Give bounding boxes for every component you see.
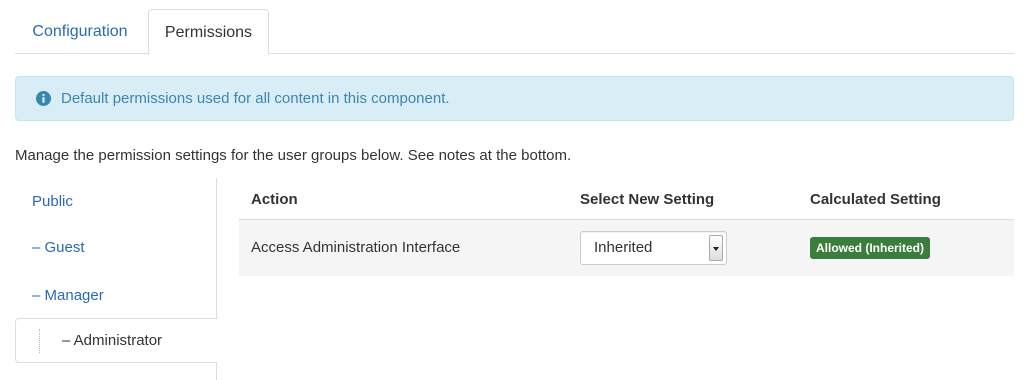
group-item-administrator[interactable]: – Administrator (15, 318, 218, 363)
header-action: Action (251, 191, 298, 208)
info-icon (36, 91, 51, 106)
header-select-new-setting: Select New Setting (580, 191, 715, 208)
info-alert: Default permissions used for all content… (15, 76, 1014, 121)
permissions-table: Action Select New Setting Calculated Set… (239, 180, 1014, 276)
tab-permissions[interactable]: Permissions (148, 9, 269, 55)
new-setting-select[interactable]: Inherited (580, 231, 727, 265)
header-calculated-setting: Calculated Setting (810, 191, 941, 208)
permissions-page: Configuration Permissions Default permis… (0, 0, 1024, 380)
group-item-manager[interactable]: – Manager (15, 272, 217, 319)
calculated-setting-badge: Allowed (Inherited) (810, 237, 930, 259)
select-value: Inherited (594, 239, 653, 256)
group-item-label: – Administrator (62, 332, 163, 349)
table-header: Action Select New Setting Calculated Set… (239, 180, 1014, 220)
intro-text: Manage the permission settings for the u… (15, 147, 572, 164)
table-row: Access Administration Interface Inherite… (239, 220, 1014, 276)
group-item-guest[interactable]: – Guest (15, 224, 217, 271)
tree-indent-line (39, 329, 40, 353)
tab-bar: Configuration Permissions (15, 9, 1014, 55)
chevron-down-icon[interactable] (709, 235, 723, 261)
tab-configuration[interactable]: Configuration (15, 9, 145, 54)
action-name: Access Administration Interface (251, 239, 461, 256)
user-group-list: Public – Guest – Manager – Administrator (15, 178, 218, 380)
alert-text: Default permissions used for all content… (61, 90, 450, 107)
group-item-public[interactable]: Public (15, 178, 217, 225)
